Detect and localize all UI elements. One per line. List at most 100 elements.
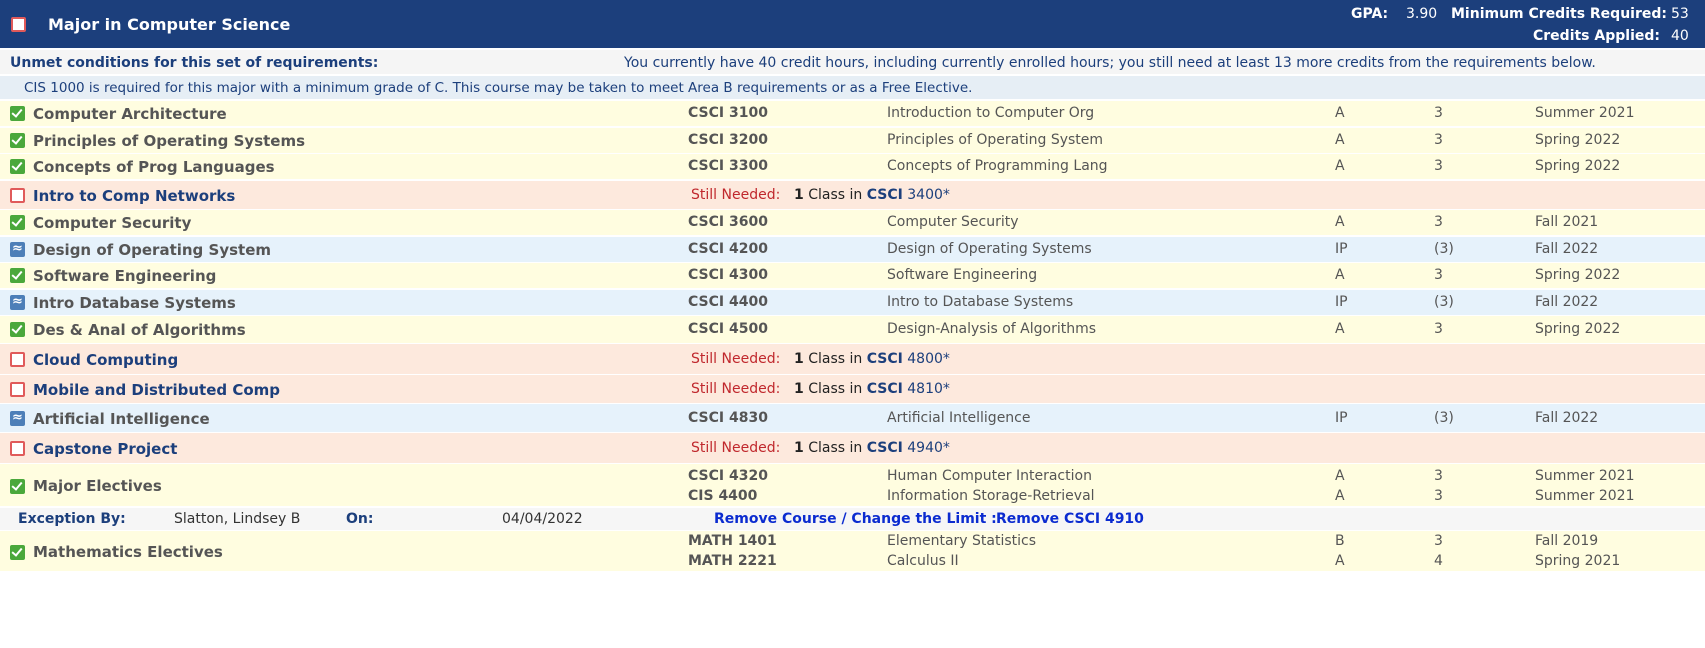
requirement-name[interactable]: Mobile and Distributed Comp xyxy=(33,381,280,399)
requirement-row: Cloud Computing Still Needed: 1 Class in C… xyxy=(0,344,1705,374)
needed-number-link[interactable]: 3400* xyxy=(907,187,950,203)
course-code[interactable]: CSCI 4300 xyxy=(688,267,768,283)
course-code[interactable]: CSCI 4200 xyxy=(688,241,768,257)
requirement-name[interactable]: Mathematics Electives xyxy=(33,543,223,561)
needed-subject-link[interactable]: CSCI xyxy=(867,440,903,456)
in-progress-icon: ≈ xyxy=(10,411,25,426)
exception-by-label: Exception By: xyxy=(18,511,126,527)
incomplete-checkbox-icon xyxy=(10,352,25,367)
course-code[interactable]: CSCI 4830 xyxy=(688,410,768,426)
course-credits: 4 xyxy=(1434,553,1443,569)
requirement-name[interactable]: Des & Anal of Algorithms xyxy=(33,321,246,339)
requirement-row: Software Engineering CSCI 4300 Software En… xyxy=(0,263,1705,288)
course-term: Fall 2022 xyxy=(1535,410,1599,426)
complete-check-icon xyxy=(10,133,25,148)
course-credits: 3 xyxy=(1434,488,1443,504)
incomplete-checkbox-icon xyxy=(10,441,25,456)
needed-mid: Class in xyxy=(808,440,863,456)
course-code[interactable]: CSCI 3600 xyxy=(688,214,768,230)
course-title: Software Engineering xyxy=(887,267,1038,283)
course-code[interactable]: CSCI 4400 xyxy=(688,294,768,310)
requirement-row: Principles of Operating Systems CSCI 3200… xyxy=(0,128,1705,153)
course-term: Spring 2022 xyxy=(1535,321,1621,337)
course-term: Fall 2021 xyxy=(1535,214,1599,230)
requirement-row: Des & Anal of Algorithms CSCI 4500 Design-… xyxy=(0,316,1705,343)
requirement-name[interactable]: Capstone Project xyxy=(33,440,177,458)
course-code[interactable]: CSCI 4320 xyxy=(688,468,768,484)
requirement-name[interactable]: Design of Operating System xyxy=(33,241,271,259)
requirement-name[interactable]: Artificial Intelligence xyxy=(33,410,210,428)
needed-mid: Class in xyxy=(808,381,863,397)
course-title: Concepts of Programming Lang xyxy=(887,158,1108,174)
course-term: Fall 2022 xyxy=(1535,241,1599,257)
course-term: Summer 2021 xyxy=(1535,488,1635,504)
needed-subject-link[interactable]: CSCI xyxy=(867,351,903,367)
needed-number-link[interactable]: 4940* xyxy=(907,440,950,456)
exception-action-detail: Remove CSCI 4910 xyxy=(996,511,1144,527)
course-title: Artificial Intelligence xyxy=(887,410,1031,426)
gpa-label: GPA: xyxy=(1351,6,1389,22)
course-credits: (3) xyxy=(1434,294,1454,310)
course-credits: 3 xyxy=(1434,321,1443,337)
course-term: Spring 2022 xyxy=(1535,267,1621,283)
note-text: CIS 1000 is required for this major with… xyxy=(24,80,973,96)
complete-check-icon xyxy=(10,159,25,174)
course-grade: A xyxy=(1335,321,1345,337)
course-term: Summer 2021 xyxy=(1535,468,1635,484)
needed-count: 1 xyxy=(794,440,804,456)
requirement-name[interactable]: Principles of Operating Systems xyxy=(33,132,305,150)
course-credits: 3 xyxy=(1434,132,1443,148)
still-needed-label: Still Needed: xyxy=(691,440,781,456)
course-code[interactable]: MATH 2221 xyxy=(688,553,777,569)
requirement-row: Intro to Comp Networks Still Needed: 1 Cla… xyxy=(0,181,1705,209)
incomplete-checkbox-icon xyxy=(10,382,25,397)
complete-check-icon xyxy=(10,479,25,494)
course-credits: (3) xyxy=(1434,410,1454,426)
requirement-name[interactable]: Computer Architecture xyxy=(33,105,227,123)
course-term: Spring 2021 xyxy=(1535,553,1621,569)
still-needed-text: 1 Class in CSCI 4800* xyxy=(794,351,950,367)
course-title: Intro to Database Systems xyxy=(887,294,1074,310)
course-title: Principles of Operating System xyxy=(887,132,1104,148)
course-title: Elementary Statistics xyxy=(887,533,1037,549)
course-term: Spring 2022 xyxy=(1535,132,1621,148)
requirement-name[interactable]: Concepts of Prog Languages xyxy=(33,158,275,176)
needed-subject-link[interactable]: CSCI xyxy=(867,381,903,397)
still-needed-label: Still Needed: xyxy=(691,187,781,203)
in-progress-icon: ≈ xyxy=(10,242,25,257)
still-needed-text: 1 Class in CSCI 4810* xyxy=(794,381,950,397)
exception-action: Remove Course / Change the Limit : xyxy=(714,511,997,527)
unmet-message: You currently have 40 credit hours, incl… xyxy=(624,55,1596,71)
complete-check-icon xyxy=(10,268,25,283)
needed-subject-link[interactable]: CSCI xyxy=(867,187,903,203)
unmet-conditions: Unmet conditions for this set of require… xyxy=(0,50,1705,74)
requirement-name[interactable]: Cloud Computing xyxy=(33,351,178,369)
incomplete-checkbox-icon xyxy=(11,17,26,32)
requirement-name[interactable]: Computer Security xyxy=(33,214,191,232)
requirement-name[interactable]: Software Engineering xyxy=(33,267,216,285)
course-credits: 3 xyxy=(1434,533,1443,549)
course-credits: 3 xyxy=(1434,267,1443,283)
exception-on-label: On: xyxy=(346,511,374,527)
needed-number-link[interactable]: 4810* xyxy=(907,381,950,397)
course-code[interactable]: CIS 4400 xyxy=(688,488,757,504)
block-header: Major in Computer Science GPA: 3.90 Mini… xyxy=(0,0,1705,48)
course-grade: A xyxy=(1335,488,1345,504)
requirement-row: ≈ Artificial Intelligence CSCI 4830 Artific… xyxy=(0,404,1705,432)
exception-on-value: 04/04/2022 xyxy=(502,511,583,527)
incomplete-checkbox-icon xyxy=(10,188,25,203)
course-code[interactable]: CSCI 4500 xyxy=(688,321,768,337)
course-code[interactable]: CSCI 3100 xyxy=(688,105,768,121)
needed-number-link[interactable]: 4800* xyxy=(907,351,950,367)
requirement-name[interactable]: Intro Database Systems xyxy=(33,294,236,312)
course-term: Spring 2022 xyxy=(1535,158,1621,174)
course-code[interactable]: CSCI 3300 xyxy=(688,158,768,174)
requirement-name[interactable]: Intro to Comp Networks xyxy=(33,187,235,205)
requirement-row: Computer Architecture CSCI 3100 Introducti… xyxy=(0,101,1705,126)
in-progress-icon: ≈ xyxy=(10,295,25,310)
course-code[interactable]: CSCI 3200 xyxy=(688,132,768,148)
exception-row: Exception By: Slatton, Lindsey B On: 04/… xyxy=(0,508,1705,530)
requirement-name[interactable]: Major Electives xyxy=(33,477,162,495)
math-electives-row: Mathematics Electives MATH 1401 Elementa… xyxy=(0,531,1705,571)
course-code[interactable]: MATH 1401 xyxy=(688,533,777,549)
